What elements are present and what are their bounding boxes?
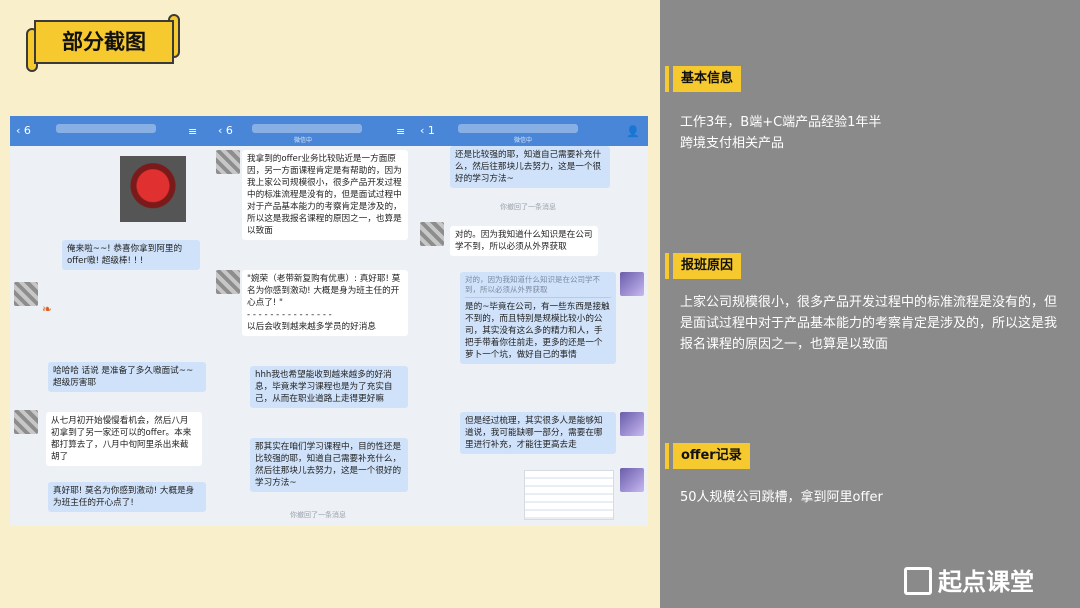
quoted-message: "婉荣（老带新复购有优惠）: 真好耶! 莫名为你感到激动! 大概是身为班主任的开… bbox=[247, 274, 401, 308]
back-button[interactable]: ‹ 1 bbox=[420, 124, 435, 137]
recall-notice: 你撤回了一条消息 bbox=[290, 511, 346, 519]
back-button[interactable]: ‹ 6 bbox=[218, 124, 233, 137]
title-banner: 部分截图 bbox=[26, 14, 180, 72]
chat-pane-header: ‹ 1 微信中 👤 bbox=[414, 116, 648, 146]
image-thumbnail[interactable] bbox=[524, 470, 614, 520]
chat-message: 但是经过梳理，其实很多人是能够知道说，我可能缺哪一部分，需要在哪里进行补充，才能… bbox=[460, 412, 616, 454]
menu-icon[interactable]: ≡ bbox=[396, 125, 405, 138]
back-count: 1 bbox=[427, 124, 435, 137]
sticker-image bbox=[120, 156, 186, 222]
logo-text: 起点课堂 bbox=[938, 568, 1034, 596]
avatar bbox=[216, 270, 240, 294]
chat-message: 哈哈哈 话说 是准备了多久嗷面试~~超级厉害耶 bbox=[48, 362, 206, 392]
section-label: 报班原因 bbox=[673, 253, 742, 279]
avatar bbox=[14, 410, 38, 434]
quoted-message: 对的，因为我知道什么知识是在公司学不到，所以必须从外界获取 bbox=[465, 275, 611, 298]
avatar bbox=[620, 468, 644, 492]
chat-message: "婉荣（老带新复购有优惠）: 真好耶! 莫名为你感到激动! 大概是身为班主任的开… bbox=[242, 270, 408, 336]
basic-info-line: 工作3年，B端+C端产品经验1年半 bbox=[680, 115, 882, 130]
reason-text: 上家公司规模很小，很多产品开发过程中的标准流程是没有的，但是面试过程中对于产品基… bbox=[680, 295, 1058, 352]
chat-message: 对的，因为我知道什么知识是在公司学不到，所以必须从外界获取 是的~毕竟在公司，有… bbox=[460, 272, 616, 364]
basic-info-text: 工作3年，B端+C端产品经验1年半 跨境支付相关产品 bbox=[680, 112, 1060, 154]
avatar bbox=[14, 282, 38, 306]
avatar bbox=[420, 222, 444, 246]
recall-notice: 你撤回了一条消息 bbox=[500, 203, 556, 211]
avatar bbox=[620, 272, 644, 296]
menu-icon[interactable]: ≡ bbox=[188, 125, 197, 138]
tag-accent bbox=[665, 253, 669, 279]
chat-message: 从七月初开始慢慢看机会，然后八月初拿到了另一家还可以的offer。本来都打算去了… bbox=[46, 412, 202, 466]
chat-pane-right: ‹ 1 微信中 👤 还是比较强的耶，知道自己需要补充什么，然后往那块儿去努力，这… bbox=[414, 116, 648, 526]
chat-pane-left: ‹ 6 ≡ 俺来啦~~! 恭喜你拿到阿里的offer嗷! 超级棒! ! ! ❧ … bbox=[10, 116, 210, 526]
back-count: 6 bbox=[225, 124, 233, 137]
tag-accent bbox=[665, 66, 669, 92]
chat-message: 那其实在咱们学习课程中，目的性还是比较强的耶，知道自己需要补充什么，然后往那块儿… bbox=[250, 438, 408, 492]
reply-text: 是的~毕竟在公司，有一些东西是接触不到的，而且特别是规模比较小的公司，其实没有这… bbox=[465, 302, 610, 360]
chat-pane-header: ‹ 6 微信中 ≡ bbox=[212, 116, 412, 146]
chat-message: hhh我也希望能收到越来越多的好消息，毕竟来学习课程也是为了充实自己，从而在职业… bbox=[250, 366, 408, 408]
quote-divider: - - - - - - - - - - - - - - - bbox=[247, 310, 332, 320]
chat-pane-middle: ‹ 6 微信中 ≡ 我拿到的offer业务比较贴近是一方面原因，另一方面课程肯定… bbox=[212, 116, 412, 526]
chat-message: 对的。因为我知道什么知识是在公司学不到，所以必须从外界获取 bbox=[450, 226, 598, 256]
brand-logo: 起点课堂 bbox=[904, 566, 1034, 598]
chat-message: 真好耶! 莫名为你感到激动! 大概是身为班主任的开心点了! bbox=[48, 482, 206, 512]
banner-title: 部分截图 bbox=[62, 30, 146, 54]
blurred-contact-name bbox=[252, 124, 362, 133]
basic-info-line: 跨境支付相关产品 bbox=[680, 136, 785, 151]
blurred-contact-name bbox=[56, 124, 156, 133]
chat-subtitle: 微信中 bbox=[294, 137, 313, 144]
back-button[interactable]: ‹ 6 bbox=[16, 124, 31, 137]
flame-icon: ❧ bbox=[42, 302, 53, 316]
chat-message: 俺来啦~~! 恭喜你拿到阿里的offer嗷! 超级棒! ! ! bbox=[62, 240, 200, 270]
profile-icon[interactable]: 👤 bbox=[626, 125, 640, 138]
chat-subtitle: 微信中 bbox=[514, 137, 533, 144]
chat-screenshot: ‹ 6 ≡ 俺来啦~~! 恭喜你拿到阿里的offer嗷! 超级棒! ! ! ❧ … bbox=[10, 116, 648, 526]
offer-text: 50人规模公司跳槽，拿到阿里offer bbox=[680, 490, 883, 505]
chat-message: 我拿到的offer业务比较贴近是一方面原因，另一方面课程肯定是有帮助的，因为我上… bbox=[242, 150, 408, 240]
chat-pane-header: ‹ 6 ≡ bbox=[10, 116, 210, 146]
avatar bbox=[216, 150, 240, 174]
section-label: 基本信息 bbox=[673, 66, 742, 92]
blurred-contact-name bbox=[458, 124, 578, 133]
avatar bbox=[620, 412, 644, 436]
reply-text: 以后会收到越来越多学员的好消息 bbox=[247, 322, 376, 332]
chat-message: 还是比较强的耶，知道自己需要补充什么，然后往那块儿去努力，这是一个很好的学习方法… bbox=[450, 146, 610, 188]
logo-mark-icon bbox=[904, 567, 932, 595]
back-count: 6 bbox=[23, 124, 31, 137]
section-label: offer记录 bbox=[673, 443, 750, 469]
tag-accent bbox=[665, 443, 669, 469]
